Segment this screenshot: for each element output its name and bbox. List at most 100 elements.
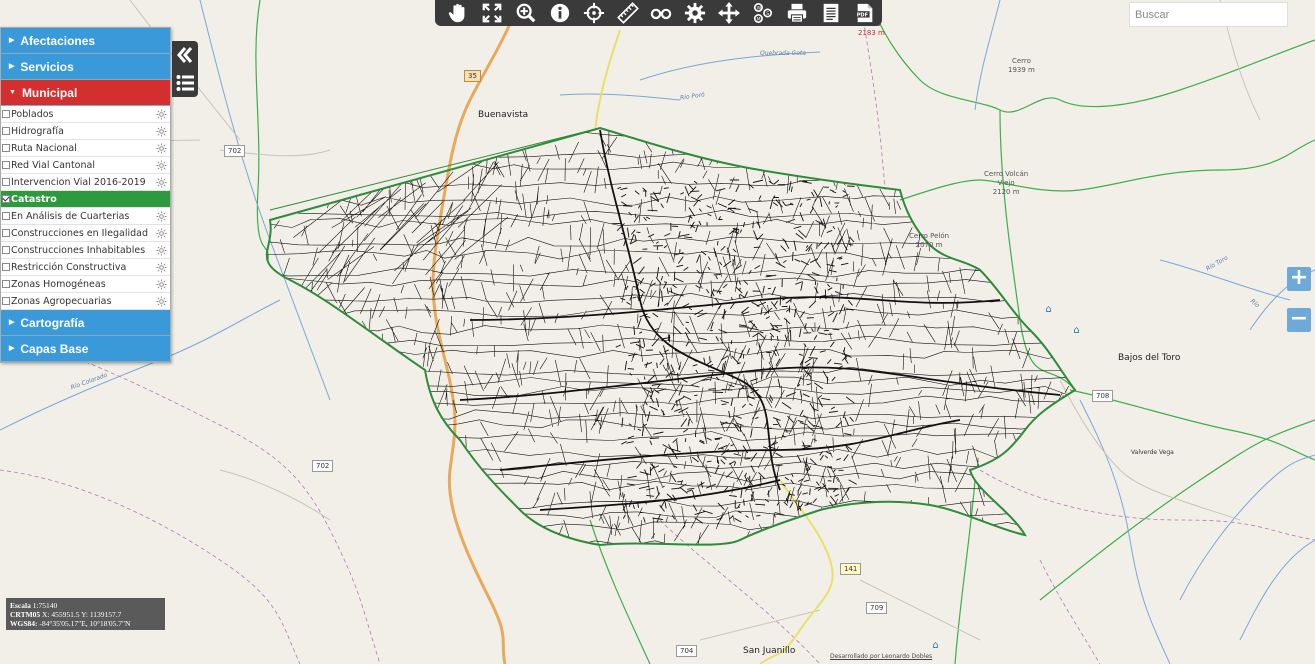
layer-row-zonas-agropecuarias[interactable]: Zonas Agropecuarias bbox=[1, 293, 170, 310]
caret-right-icon: ▶ bbox=[9, 344, 15, 352]
layer-checkbox[interactable] bbox=[2, 297, 10, 305]
layer-style-icon[interactable] bbox=[156, 296, 167, 307]
layer-row-construcciones-en-ilegalidad[interactable]: Construcciones en Ilegalidad bbox=[1, 225, 170, 242]
layer-style-icon[interactable] bbox=[156, 228, 167, 239]
credit-link[interactable]: Desarrollado por Leonardo Dobles bbox=[830, 653, 932, 660]
layer-label: Zonas Agropecuarias bbox=[11, 295, 112, 307]
report-tool[interactable] bbox=[814, 0, 848, 26]
yellow-route-141 bbox=[759, 479, 834, 664]
map-canvas[interactable]: Buenavista Bajos del Toro Valverde Vega … bbox=[0, 0, 1315, 664]
caret-right-icon: ▶ bbox=[9, 36, 15, 44]
group-label: Capas Base bbox=[20, 341, 89, 356]
svg-text:M: M bbox=[757, 16, 761, 22]
streetview-tool[interactable] bbox=[645, 0, 679, 26]
locate-tool[interactable] bbox=[577, 0, 611, 26]
layer-style-icon[interactable] bbox=[156, 126, 167, 137]
info-icon bbox=[550, 3, 569, 23]
layer-style-icon[interactable] bbox=[156, 109, 167, 120]
layer-checkbox[interactable] bbox=[2, 212, 10, 220]
layer-row-poblados[interactable]: Poblados bbox=[1, 106, 170, 123]
layer-row-en-analisis-de-cuarterias[interactable]: En Análisis de Cuarterias bbox=[1, 208, 170, 225]
layer-style-icon[interactable] bbox=[156, 245, 167, 256]
layer-checkbox[interactable] bbox=[2, 178, 10, 186]
wms-icon: WSM bbox=[754, 3, 773, 23]
layer-checkbox[interactable] bbox=[2, 161, 10, 169]
group-label: Municipal bbox=[21, 85, 78, 100]
layer-checkbox[interactable] bbox=[2, 280, 10, 288]
layer-label: Catastro bbox=[11, 193, 57, 205]
group-header-cartografia[interactable]: ▶ Cartografía bbox=[1, 310, 170, 336]
layer-row-ruta-nacional[interactable]: Ruta Nacional bbox=[1, 140, 170, 157]
layer-checkbox[interactable] bbox=[2, 127, 10, 135]
layer-checkbox[interactable] bbox=[2, 195, 10, 203]
layer-row-intervencion-vial-2016-2019[interactable]: Intervencion Vial 2016-2019 bbox=[1, 174, 170, 191]
wgs-value: -84°35'05.17"E, 10°18'05.7"N bbox=[39, 619, 131, 628]
search-input[interactable] bbox=[1129, 2, 1288, 27]
landmark-icon: ⌂ bbox=[1045, 304, 1052, 315]
list-icon bbox=[176, 75, 194, 91]
wms-tool[interactable]: WSM bbox=[746, 0, 780, 26]
road-shield-702-north: 702 bbox=[224, 145, 246, 157]
magnifier-plus-icon bbox=[516, 3, 536, 23]
layer-checkbox[interactable] bbox=[2, 144, 10, 152]
group-header-capas-base[interactable]: ▶ Capas Base bbox=[1, 336, 170, 362]
layer-row-catastro[interactable]: Catastro bbox=[1, 191, 170, 208]
ruler-icon bbox=[616, 2, 639, 24]
legend-list-button[interactable] bbox=[172, 69, 198, 97]
measure-tool[interactable] bbox=[611, 0, 645, 26]
group-header-afectaciones[interactable]: ▶ Afectaciones bbox=[1, 28, 170, 54]
layer-style-icon[interactable] bbox=[156, 160, 167, 171]
zoom-in-button[interactable]: + bbox=[1287, 267, 1311, 291]
road-shield-35: 35 bbox=[464, 70, 481, 82]
layer-row-hidrografia[interactable]: Hidrografía bbox=[1, 123, 170, 140]
layer-row-restriccion-constructiva[interactable]: Restricción Constructiva bbox=[1, 259, 170, 276]
layer-checkbox[interactable] bbox=[2, 229, 10, 237]
expand-icon bbox=[482, 3, 502, 23]
caret-right-icon: ▶ bbox=[9, 62, 15, 70]
peak-label-cerro-pelon: Cerro Pelón 2070 m bbox=[909, 232, 950, 249]
layer-style-icon[interactable] bbox=[156, 262, 167, 273]
info-tool[interactable] bbox=[543, 0, 577, 26]
collapse-panel-button[interactable] bbox=[172, 41, 198, 69]
svg-text:S: S bbox=[766, 11, 769, 17]
landmark-icon: ⌂ bbox=[1073, 325, 1080, 336]
pdf-tool[interactable]: PDF bbox=[848, 0, 882, 26]
national-route-35 bbox=[431, 0, 522, 664]
full-extent-tool[interactable] bbox=[475, 0, 509, 26]
layer-row-zonas-homogeneas[interactable]: Zonas Homogéneas bbox=[1, 276, 170, 293]
town-label-bajos-del-toro: Bajos del Toro bbox=[1118, 353, 1181, 363]
zoom-in-tool[interactable] bbox=[509, 0, 543, 26]
layer-style-icon[interactable] bbox=[156, 143, 167, 154]
move-tool[interactable] bbox=[712, 0, 746, 26]
yellow-route-north bbox=[594, 29, 621, 131]
municipal-layer-list: Poblados Hidrografía Ruta Nacional Red Vial… bbox=[1, 106, 170, 310]
settings-tool[interactable] bbox=[678, 0, 712, 26]
layer-row-red-vial-cantonal[interactable]: Red Vial Cantonal bbox=[1, 157, 170, 174]
svg-text:W: W bbox=[757, 5, 762, 11]
layer-style-icon[interactable] bbox=[156, 177, 167, 188]
layer-checkbox[interactable] bbox=[2, 110, 10, 118]
road-shield-702-south: 702 bbox=[312, 460, 334, 472]
binoculars-icon bbox=[651, 8, 672, 20]
group-header-municipal[interactable]: ▼ Municipal bbox=[1, 80, 170, 106]
layer-label: Zonas Homogéneas bbox=[11, 278, 106, 290]
zoom-out-button[interactable]: − bbox=[1287, 308, 1311, 332]
town-label-san-juanillo: San Juanillo bbox=[743, 646, 796, 656]
town-label-valverde-vega: Valverde Vega bbox=[1131, 449, 1174, 456]
layer-label: Construcciones Inhabitables bbox=[11, 244, 146, 256]
layer-row-construcciones-inhabitables[interactable]: Construcciones Inhabitables bbox=[1, 242, 170, 259]
layer-label: Restricción Constructiva bbox=[11, 261, 127, 273]
print-tool[interactable] bbox=[780, 0, 814, 26]
layer-style-icon[interactable] bbox=[156, 279, 167, 290]
group-header-servicios[interactable]: ▶ Servicios bbox=[1, 54, 170, 80]
layer-style-icon[interactable] bbox=[156, 211, 167, 222]
town-label-buenavista: Buenavista bbox=[478, 110, 529, 120]
map-base-svg[interactable] bbox=[0, 0, 1315, 664]
layer-checkbox[interactable] bbox=[2, 246, 10, 254]
printer-icon bbox=[788, 3, 807, 23]
road-shield-141: 141 bbox=[840, 563, 862, 575]
layer-label: Red Vial Cantonal bbox=[11, 159, 95, 171]
wgs-row: WGS84: -84°35'05.17"E, 10°18'05.7"N bbox=[10, 619, 131, 628]
layer-checkbox[interactable] bbox=[2, 263, 10, 271]
pan-tool[interactable] bbox=[441, 0, 475, 26]
